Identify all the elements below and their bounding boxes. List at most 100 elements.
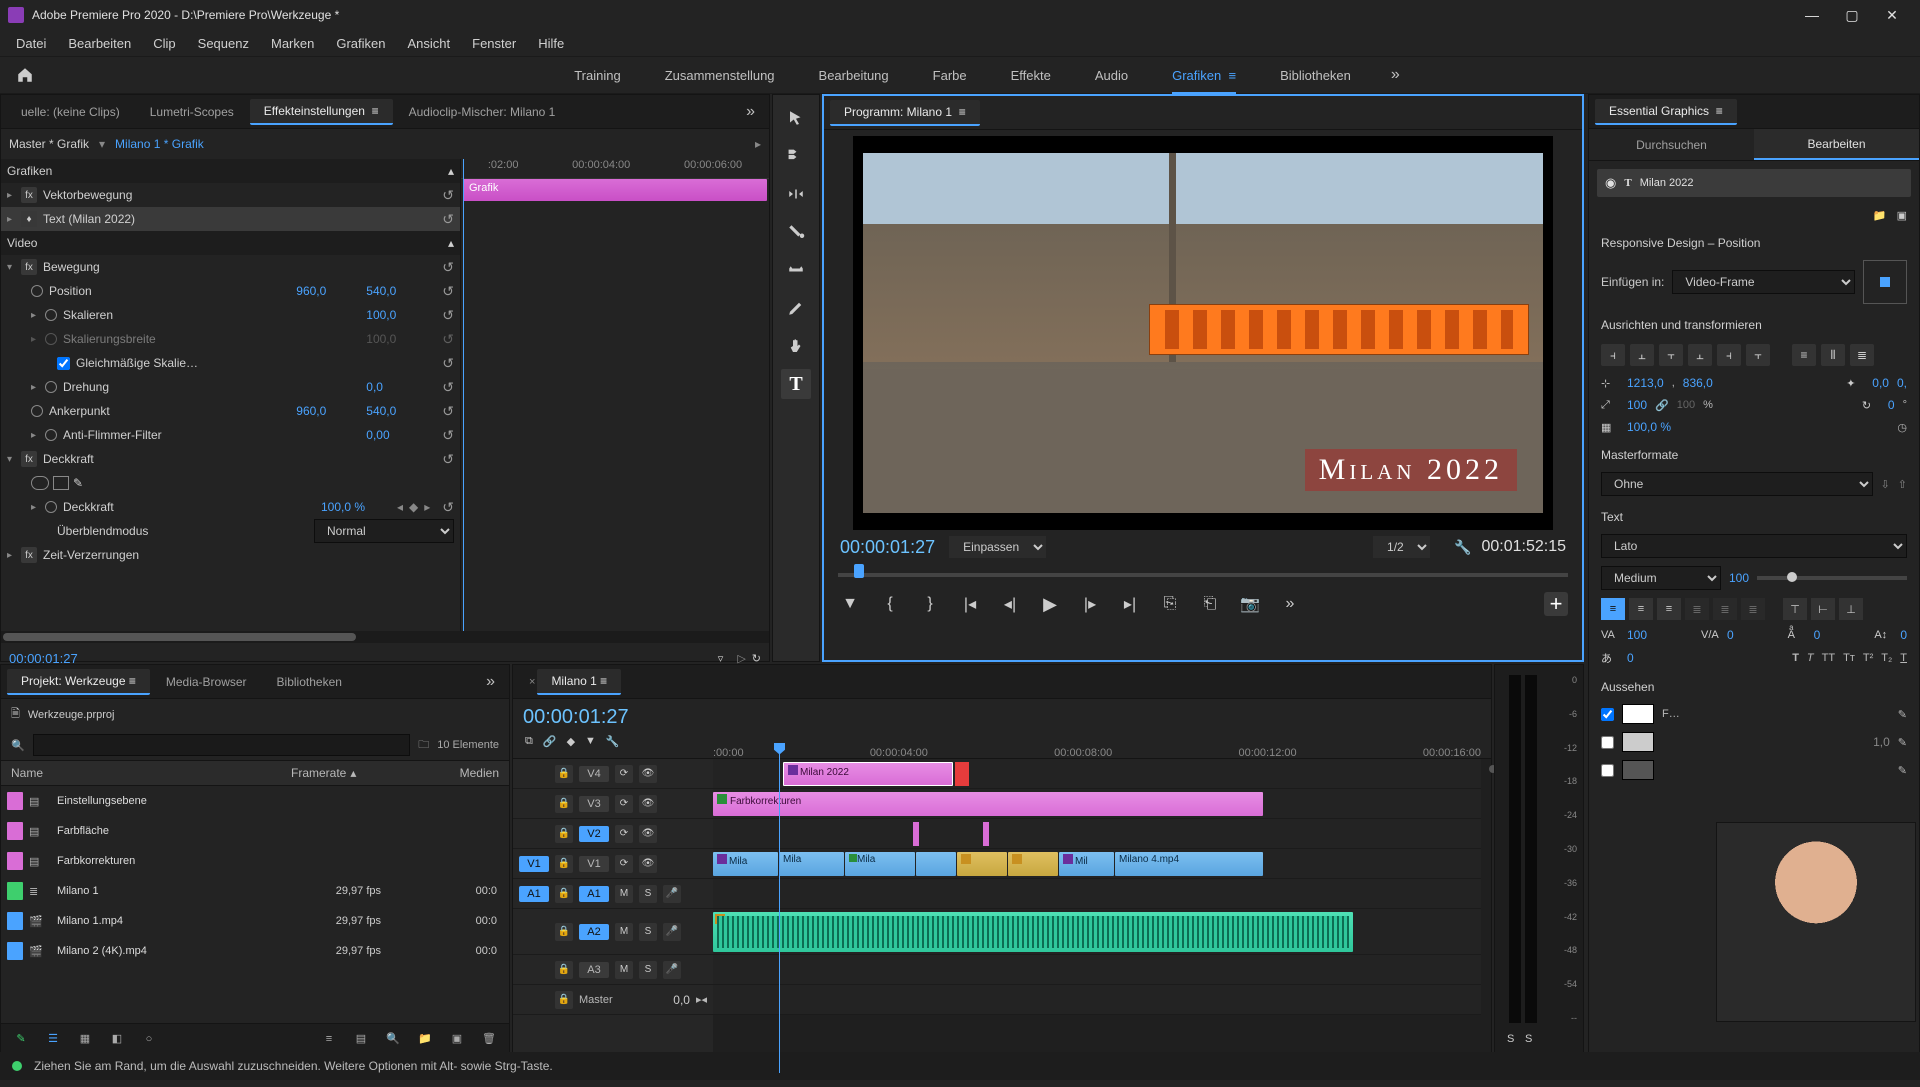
align-right-icon[interactable]: ⫟ <box>1659 344 1683 366</box>
trim-handle[interactable] <box>955 762 969 786</box>
text-align-middle[interactable]: ⊢ <box>1811 598 1835 620</box>
position-x[interactable]: 960,0 <box>296 284 366 298</box>
tab-effect-controls[interactable]: Effekteinstellungen ≡ <box>250 99 393 125</box>
timeline-settings-icon[interactable]: ▼ <box>585 735 596 748</box>
reset-icon[interactable]: ↺ <box>442 499 454 516</box>
shadow-eyedropper-icon[interactable]: ✎ <box>1898 764 1907 777</box>
ec-sequence-label[interactable]: Milano 1 * Grafik <box>115 137 204 151</box>
clip-video-fx[interactable] <box>1008 852 1058 876</box>
fx-badge-icon[interactable]: fx <box>21 259 37 275</box>
reset-icon[interactable]: ↺ <box>442 259 454 276</box>
step-forward-button[interactable]: |▸ <box>1078 592 1102 616</box>
clip-marker[interactable] <box>983 822 989 846</box>
align-left-icon[interactable]: ⫞ <box>1601 344 1625 366</box>
track-v4[interactable]: V4 <box>579 766 609 782</box>
close-sequence-icon[interactable]: × <box>529 676 535 688</box>
program-zoom-select[interactable]: 1/2 <box>1373 536 1430 558</box>
project-item[interactable]: 🎬Milano 2 (4K).mp429,97 fps00:0 <box>1 936 509 966</box>
section-toggle-icon[interactable]: ▴ <box>448 164 454 178</box>
reset-icon[interactable]: ↺ <box>442 283 454 300</box>
solo-button[interactable]: S <box>639 885 657 903</box>
solo-left[interactable]: S <box>1507 1033 1514 1045</box>
program-playhead[interactable] <box>854 564 864 578</box>
ec-clip-bar[interactable]: Grafik <box>463 179 767 201</box>
reset-icon[interactable]: ↺ <box>442 427 454 444</box>
lock-icon[interactable]: 🔒 <box>555 961 573 979</box>
mark-in-button[interactable]: { <box>878 592 902 616</box>
sync-lock-icon[interactable]: ⟳ <box>615 795 633 813</box>
shadow-color-swatch[interactable] <box>1622 760 1654 780</box>
distribute-v-icon[interactable]: ⦀ <box>1821 344 1845 366</box>
pin-box[interactable] <box>1863 260 1907 304</box>
twirl-icon[interactable]: ▸ <box>7 214 21 225</box>
voice-over-icon[interactable]: 🎤 <box>663 961 681 979</box>
project-search-input[interactable] <box>33 734 411 756</box>
tab-essential-graphics[interactable]: Essential Graphics ≡ <box>1595 99 1737 125</box>
reset-icon[interactable]: ↺ <box>442 451 454 468</box>
opacity-value[interactable]: 100,0 % <box>321 500 391 514</box>
position-y[interactable]: 540,0 <box>366 284 436 298</box>
pen-tool[interactable] <box>781 293 811 323</box>
freeform-view-icon[interactable]: ◧ <box>107 1029 127 1049</box>
icon-view-icon[interactable]: ▦ <box>75 1029 95 1049</box>
clip-video[interactable]: Mil <box>1059 852 1114 876</box>
stroke-color-swatch[interactable] <box>1622 732 1654 752</box>
tab-libraries[interactable]: Bibliotheken <box>263 670 356 694</box>
button-editor-overflow[interactable]: » <box>1278 592 1302 616</box>
voice-over-icon[interactable]: 🎤 <box>663 885 681 903</box>
clip-video[interactable]: Milano 4.mp4 <box>1115 852 1263 876</box>
voice-over-icon[interactable]: 🎤 <box>663 923 681 941</box>
ripple-edit-tool[interactable] <box>781 179 811 209</box>
filter-icon[interactable]: ▿ <box>718 652 724 665</box>
workspace-zusammenstellung[interactable]: Zusammenstellung <box>643 56 797 94</box>
menu-ansicht[interactable]: Ansicht <box>397 33 460 54</box>
razor-tool[interactable] <box>781 217 811 247</box>
font-size-slider[interactable] <box>1757 576 1907 580</box>
timeline-wrench-icon[interactable]: 🔧 <box>606 735 620 748</box>
track-a3[interactable]: A3 <box>579 962 609 978</box>
fx-badge-icon[interactable]: fx <box>21 547 37 563</box>
eg-layer-row[interactable]: ◉ T Milan 2022 <box>1597 169 1911 197</box>
panel-overflow-button[interactable]: » <box>738 103 763 121</box>
clip-video[interactable]: Mila <box>845 852 915 876</box>
twirl-icon[interactable]: ▸ <box>7 550 21 561</box>
chevron-down-icon[interactable]: ▾ <box>99 137 105 151</box>
filter-bin-icon[interactable]: 🗀 <box>418 736 429 755</box>
clip-adjustment-layer[interactable]: Farbkorrekturen <box>713 792 1263 816</box>
clip-video-fx[interactable] <box>957 852 1007 876</box>
step-back-button[interactable]: ◂| <box>998 592 1022 616</box>
project-item[interactable]: ≣Milano 129,97 fps00:0 <box>1 876 509 906</box>
program-timecode[interactable]: 00:00:01:27 <box>840 537 935 558</box>
stopwatch-icon[interactable] <box>45 429 57 441</box>
fx-badge-icon[interactable]: ♦ <box>21 211 37 227</box>
twirl-icon[interactable]: ▸ <box>31 310 45 321</box>
mute-button[interactable]: M <box>615 961 633 979</box>
opacity-effect[interactable]: Deckkraft <box>43 452 436 466</box>
snap-icon[interactable]: ⧉ <box>525 735 533 748</box>
eg-tab-edit[interactable]: Bearbeiten <box>1754 129 1919 160</box>
tab-media-browser[interactable]: Media-Browser <box>152 670 261 694</box>
track-a1[interactable]: A1 <box>579 886 609 902</box>
track-select-tool[interactable] <box>781 141 811 171</box>
stroke-enable-checkbox[interactable] <box>1601 736 1614 749</box>
fx-badge-icon[interactable]: fx <box>21 451 37 467</box>
mute-button[interactable]: M <box>615 923 633 941</box>
kerning-value[interactable]: 0 <box>1727 628 1734 642</box>
collapse-icon[interactable]: ▸◂ <box>696 993 707 1006</box>
add-marker-timeline-icon[interactable]: ◆ <box>567 735 575 748</box>
track-a2[interactable]: A2 <box>579 924 609 940</box>
fill-enable-checkbox[interactable] <box>1601 708 1614 721</box>
program-scrubber[interactable] <box>838 564 1568 586</box>
small-caps-icon[interactable]: Tᴛ <box>1843 652 1855 664</box>
source-patch-v1[interactable]: V1 <box>519 856 549 872</box>
master-level[interactable]: 0,0 <box>673 993 690 1007</box>
time-remap[interactable]: Zeit-Verzerrungen <box>43 548 454 562</box>
slip-tool[interactable] <box>781 255 811 285</box>
reset-icon[interactable]: ↺ <box>442 211 454 228</box>
tab-project[interactable]: Projekt: Werkzeuge ≡ <box>7 669 150 695</box>
twirl-icon[interactable]: ▸ <box>31 430 45 441</box>
new-layer-icon[interactable]: ▣ <box>1897 209 1907 222</box>
mask-ellipse-icon[interactable] <box>31 476 49 490</box>
program-fit-select[interactable]: Einpassen <box>949 536 1046 558</box>
all-caps-icon[interactable]: TT <box>1822 652 1835 664</box>
